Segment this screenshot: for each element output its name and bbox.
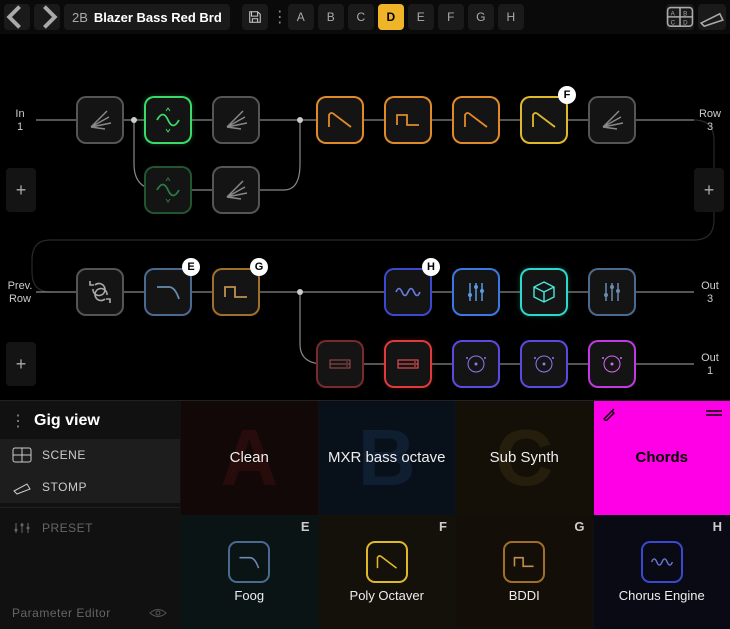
tile-scene-c[interactable]: C Sub Synth bbox=[455, 401, 593, 515]
scene-e-button[interactable]: E bbox=[408, 4, 434, 30]
grid-icon: ABCD bbox=[666, 6, 694, 28]
block-env-r1-1[interactable] bbox=[316, 96, 364, 144]
add-row-left-2[interactable]: + bbox=[6, 342, 36, 386]
tile-stomp-e[interactable]: E Foog bbox=[180, 515, 318, 629]
block-splitter-r2[interactable] bbox=[212, 166, 260, 214]
topbar: 2B Blazer Bass Red Brd ⋮ A B C D E F G H… bbox=[0, 0, 730, 34]
preset-icon bbox=[12, 520, 32, 536]
svg-text:D: D bbox=[683, 20, 688, 27]
gig-sidebar: ⋮ Gig view SCENE STOMP PRESET Parameter … bbox=[0, 401, 180, 629]
row-label: Row3 bbox=[696, 108, 724, 134]
tile-b-label: MXR bass octave bbox=[328, 449, 446, 466]
lines-icon bbox=[706, 409, 722, 419]
scene-b-button[interactable]: B bbox=[318, 4, 344, 30]
tile-e-label: Foog bbox=[234, 589, 264, 604]
block-env-r1-2[interactable] bbox=[452, 96, 500, 144]
tile-a-label: Clean bbox=[230, 449, 269, 466]
block-eq-r3-2[interactable] bbox=[588, 268, 636, 316]
sidebar-item-param-editor[interactable]: Parameter Editor bbox=[0, 597, 180, 629]
tile-scene-d[interactable]: Chords bbox=[593, 401, 730, 515]
block-fx-r4-2[interactable] bbox=[520, 340, 568, 388]
tile-h-label: Chorus Engine bbox=[619, 589, 705, 604]
tile-stomp-f[interactable]: F Poly Octaver bbox=[318, 515, 456, 629]
tile-scene-a[interactable]: A Clean bbox=[180, 401, 318, 515]
block-splitter-r1-3[interactable] bbox=[588, 96, 636, 144]
svg-text:C: C bbox=[671, 20, 676, 27]
scene-f-button[interactable]: F bbox=[438, 4, 464, 30]
block-poly-octaver-r1[interactable]: F bbox=[520, 96, 568, 144]
out1-label: Out1 bbox=[696, 352, 724, 378]
tile-e-icon bbox=[228, 541, 270, 583]
tile-c-label: Sub Synth bbox=[490, 449, 559, 466]
block-pitch-r2[interactable] bbox=[144, 166, 192, 214]
block-foog-r3[interactable]: E bbox=[144, 268, 192, 316]
param-editor-label: Parameter Editor bbox=[12, 606, 111, 620]
sidebar-item-scene[interactable]: SCENE bbox=[0, 439, 180, 471]
scene-c-button[interactable]: C bbox=[348, 4, 374, 30]
preset-name: Blazer Bass Red Brd bbox=[94, 10, 222, 25]
block-rack-r4-1[interactable] bbox=[316, 340, 364, 388]
block-rack-r4-2[interactable] bbox=[384, 340, 432, 388]
eye-icon bbox=[148, 605, 168, 621]
scene-a-button[interactable]: A bbox=[288, 4, 314, 30]
scene-d-button[interactable]: D bbox=[378, 4, 404, 30]
nav-prev-button[interactable] bbox=[4, 4, 30, 30]
gig-view-title: Gig view bbox=[34, 412, 100, 430]
block-cab-r3[interactable] bbox=[520, 268, 568, 316]
stomp-mode-button[interactable] bbox=[698, 4, 726, 30]
pencil-icon bbox=[602, 407, 616, 421]
tile-h-icon bbox=[641, 541, 683, 583]
block-fx-r4-3[interactable] bbox=[588, 340, 636, 388]
scene-g-button[interactable]: G bbox=[468, 4, 494, 30]
more-icon[interactable]: ⋮ bbox=[10, 411, 26, 431]
add-row-right-1[interactable]: + bbox=[694, 168, 724, 212]
block-wave-r1[interactable] bbox=[384, 96, 432, 144]
block-splitter-r1-2[interactable] bbox=[212, 96, 260, 144]
add-row-left-1[interactable]: + bbox=[6, 168, 36, 212]
preset-number: 2B bbox=[72, 10, 88, 25]
badge-g: G bbox=[250, 258, 268, 276]
badge-h: H bbox=[422, 258, 440, 276]
tile-stomp-h[interactable]: H Chorus Engine bbox=[593, 515, 730, 629]
scene-h-button[interactable]: H bbox=[498, 4, 524, 30]
floppy-icon bbox=[248, 10, 262, 24]
in-label: In1 bbox=[8, 108, 32, 134]
sidebar-item-stomp[interactable]: STOMP bbox=[0, 471, 180, 503]
prev-row-label: Prev.Row bbox=[4, 280, 36, 306]
tile-d-label: Chords bbox=[636, 449, 689, 466]
scene-grid-button[interactable]: ABCD bbox=[666, 4, 694, 30]
badge-f: F bbox=[558, 86, 576, 104]
block-loop-r3[interactable] bbox=[76, 268, 124, 316]
block-bddi-r3[interactable]: G bbox=[212, 268, 260, 316]
badge-e: E bbox=[182, 258, 200, 276]
gig-tiles: A Clean B MXR bass octave C Sub Synth Ch… bbox=[180, 401, 730, 629]
tile-f-label: Poly Octaver bbox=[350, 589, 424, 604]
scene-label: SCENE bbox=[42, 448, 86, 462]
pedal-icon bbox=[698, 6, 726, 28]
block-pitch-r1[interactable] bbox=[144, 96, 192, 144]
block-splitter-r1-1[interactable] bbox=[76, 96, 124, 144]
preset-title[interactable]: 2B Blazer Bass Red Brd bbox=[64, 4, 230, 30]
block-chorus-r3[interactable]: H bbox=[384, 268, 432, 316]
block-eq-r3[interactable] bbox=[452, 268, 500, 316]
nav-next-button[interactable] bbox=[34, 4, 60, 30]
tile-g-icon bbox=[503, 541, 545, 583]
signal-canvas[interactable]: In1 Row3 + + Prev.Row Out3 + Out1 bbox=[0, 34, 730, 400]
pedal-icon bbox=[12, 479, 32, 495]
out3-label: Out3 bbox=[696, 280, 724, 306]
save-button[interactable] bbox=[242, 4, 268, 30]
preset-label: PRESET bbox=[42, 521, 93, 535]
tile-g-label: BDDI bbox=[509, 589, 540, 604]
tile-stomp-g[interactable]: G BDDI bbox=[455, 515, 593, 629]
more-menu-icon[interactable]: ⋮ bbox=[272, 7, 284, 27]
block-fx-r4-1[interactable] bbox=[452, 340, 500, 388]
tile-scene-b[interactable]: B MXR bass octave bbox=[318, 401, 456, 515]
scene-grid-icon bbox=[12, 447, 32, 463]
bottom-panel: ⋮ Gig view SCENE STOMP PRESET Parameter … bbox=[0, 400, 730, 629]
stomp-label: STOMP bbox=[42, 480, 87, 494]
sidebar-item-preset[interactable]: PRESET bbox=[0, 512, 180, 544]
svg-text:B: B bbox=[683, 10, 687, 17]
tile-f-icon bbox=[366, 541, 408, 583]
